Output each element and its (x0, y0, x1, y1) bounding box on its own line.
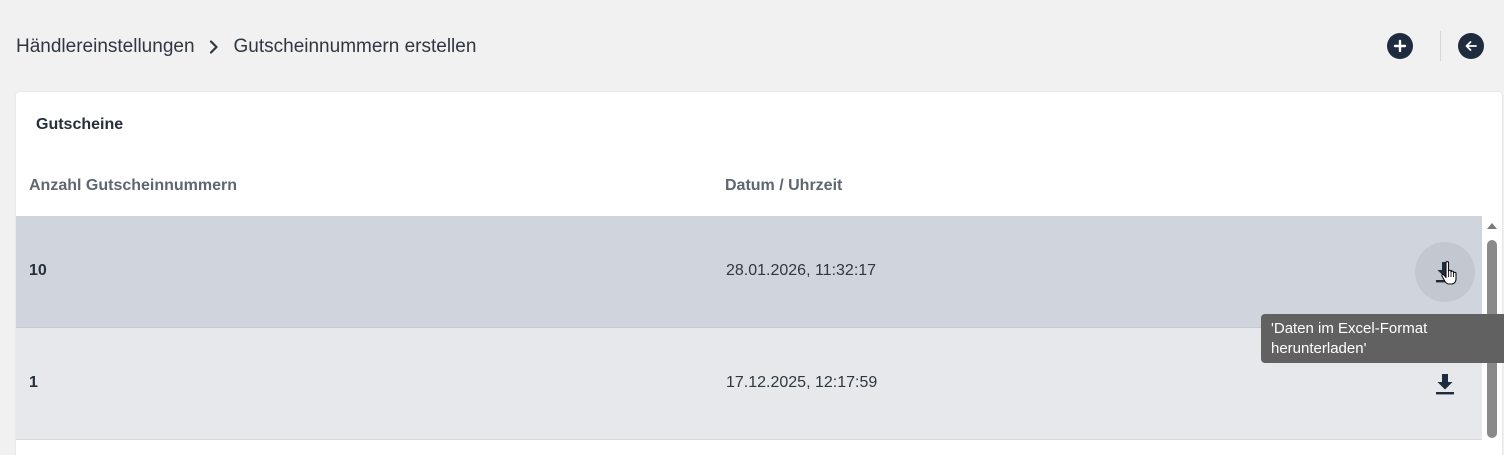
download-icon (1436, 374, 1454, 395)
cell-datetime: 28.01.2026, 11:32:17 (726, 262, 877, 279)
page-header: Händlereinstellungen Gutscheinnummern er… (0, 0, 1504, 92)
cell-quantity: 10 (29, 262, 47, 279)
add-button[interactable] (1387, 33, 1413, 59)
tooltip-line-2: herunterladen' (1271, 340, 1367, 357)
hand-cursor-icon (1441, 261, 1457, 285)
table-row[interactable]: 10 28.01.2026, 11:32:17 (16, 216, 1482, 328)
breadcrumb-parent-link[interactable]: Händlereinstellungen (16, 36, 195, 58)
download-button[interactable] (1415, 354, 1475, 414)
breadcrumb-current: Gutscheinnummern erstellen (233, 36, 477, 57)
chevron-right-icon (209, 40, 219, 54)
arrow-left-circle-icon (1465, 41, 1477, 51)
column-header-quantity: Anzahl Gutscheinnummern (29, 177, 238, 194)
scroll-up-arrow-icon[interactable] (1487, 222, 1497, 230)
breadcrumb: Händlereinstellungen Gutscheinnummern er… (16, 35, 476, 59)
vouchers-card: Gutscheine Anzahl Gutscheinnummern Datum… (16, 92, 1502, 455)
tooltip-line-1: 'Daten im Excel-Format (1271, 320, 1428, 337)
cell-quantity: 1 (29, 374, 38, 391)
back-button[interactable] (1458, 33, 1484, 59)
cell-datetime: 17.12.2025, 12:17:59 (726, 374, 878, 391)
column-header-datetime: Datum / Uhrzeit (725, 177, 843, 194)
plus-circle-icon (1393, 39, 1407, 53)
header-divider (1440, 31, 1441, 61)
download-tooltip: 'Daten im Excel-Format herunterladen' (1261, 314, 1504, 363)
card-title: Gutscheine (36, 116, 124, 133)
